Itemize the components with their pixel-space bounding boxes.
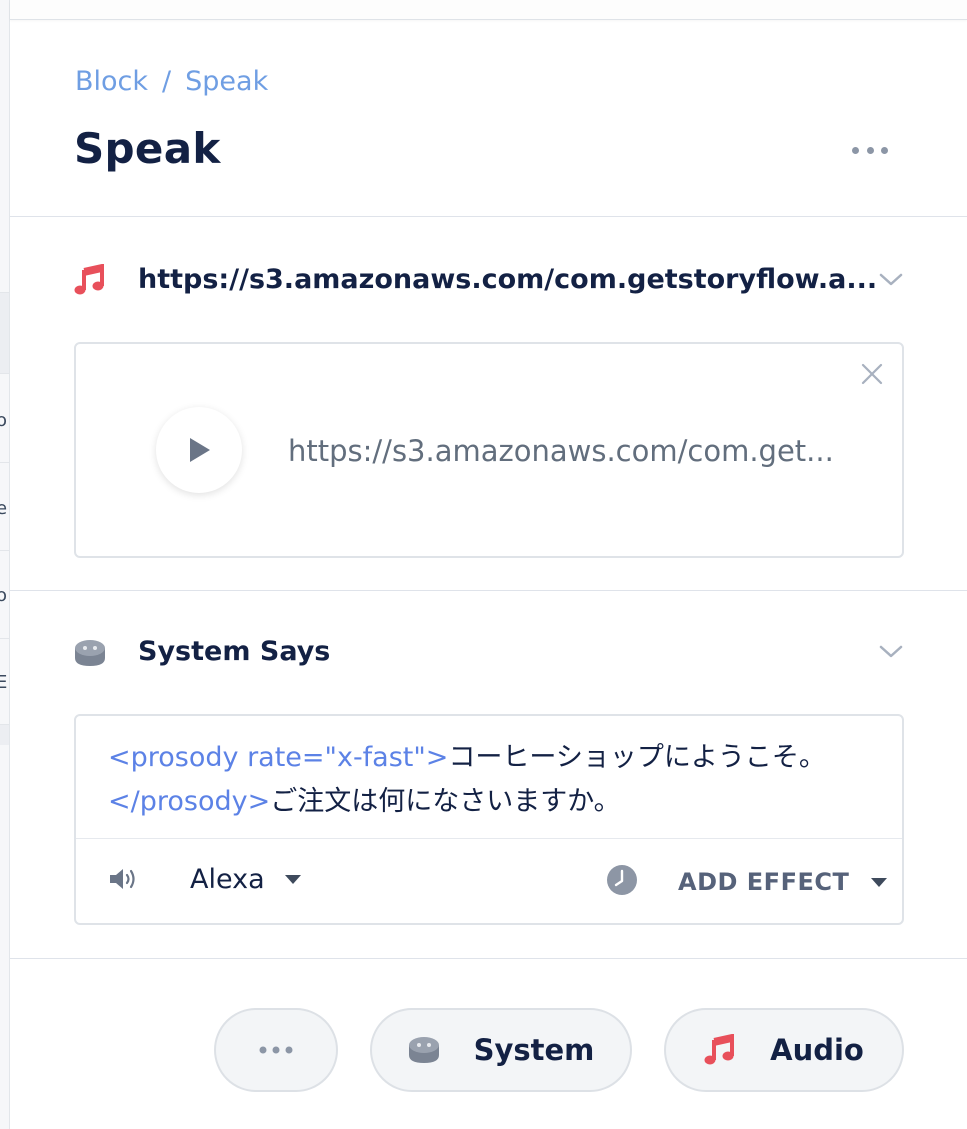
speech-editor: <prosody rate="x-fast">コーヒーショップにようこそ。 </… [74,714,904,925]
chevron-down-icon[interactable] [878,272,904,288]
add-system-button[interactable]: System [370,1008,632,1092]
ssml-close-tag: </prosody> [108,786,271,817]
smart-speaker-icon [408,1037,439,1063]
more-step-types-button[interactable] [214,1008,338,1092]
breadcrumb: Block / Speak [75,66,268,97]
chevron-down-icon[interactable] [878,644,904,660]
canvas-fragment-text: o [0,585,7,606]
audio-section-title[interactable]: https://s3.amazonaws.com/com.getstoryflo… [138,264,877,295]
divider [10,590,967,591]
divider [10,216,967,217]
speaker-volume-icon [110,869,135,889]
speech-text-input[interactable]: <prosody rate="x-fast">コーヒーショップにようこそ。 </… [108,736,898,824]
clock-icon [607,865,637,895]
page-title: Speak [74,124,221,173]
canvas-edge: o e o E [0,0,10,1129]
smart-speaker-icon [75,640,105,666]
canvas-fragment-text: o [0,410,7,431]
ssml-open-tag: <prosody rate="x-fast"> [108,742,449,773]
divider [76,838,902,839]
more-horizontal-icon [852,146,859,154]
music-note-icon [704,1034,735,1065]
breadcrumb-current[interactable]: Speak [185,66,268,97]
music-note-icon [74,264,104,295]
speech-text-line1: コーヒーショップにようこそ。 [448,742,826,773]
play-icon [190,438,210,462]
add-effect-label: ADD EFFECT [678,868,850,896]
add-audio-button[interactable]: Audio [664,1008,904,1092]
more-dot [881,146,888,154]
caret-down-icon [871,877,888,887]
canvas-fragment-text: e [0,498,7,519]
breadcrumb-parent-link[interactable]: Block [75,66,148,97]
more-dot [866,146,874,154]
top-bar [10,0,967,20]
caret-down-icon [284,875,301,884]
voice-select[interactable]: Alexa [190,864,301,895]
system-says-title[interactable]: System Says [138,636,330,667]
audio-player-card: https://s3.amazonaws.com/com.get... [74,342,904,558]
breadcrumb-separator: / [162,66,172,97]
canvas-fragment-text: E [0,672,7,693]
close-icon[interactable] [860,362,884,386]
more-options-button[interactable] [852,140,888,160]
add-effect-select[interactable]: ADD EFFECT [678,868,888,896]
add-system-label: System [473,1033,595,1067]
divider [10,958,967,959]
speak-block-panel: Block / Speak Speak https://s3.amazonaws.c… [10,20,967,1129]
audio-url[interactable]: https://s3.amazonaws.com/com.get... [288,434,834,468]
voice-value: Alexa [190,864,265,895]
more-horizontal-icon [259,1046,293,1054]
add-audio-label: Audio [770,1033,864,1067]
speech-text-line2: ご注文は何になさいますか。 [270,786,621,817]
play-button[interactable] [156,407,242,493]
